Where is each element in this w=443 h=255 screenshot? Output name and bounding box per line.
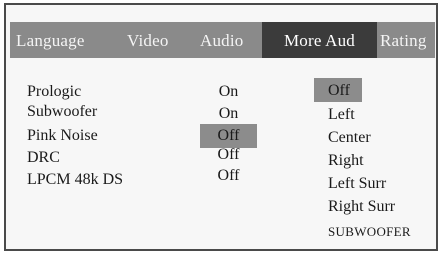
setting-value-prologic[interactable]: On [200,82,257,104]
setting-value-drc[interactable]: Off [200,145,257,167]
setting-label-pink-noise: Pink Noise [27,127,98,144]
setting-label-drc: DRC [27,149,60,166]
tab-bar: Language Video Audio More Aud Rating [10,22,435,58]
setting-label-subwoofer: Subwoofer [27,103,98,120]
tab-rating[interactable]: Rating [380,22,427,58]
option-off[interactable]: Off [314,78,362,102]
option-left[interactable]: Left [328,105,355,127]
tab-more-audio[interactable]: More Aud [262,22,377,58]
setting-value-subwoofer[interactable]: On [200,104,257,126]
option-subwoofer[interactable]: SUBWOOFER [328,222,411,244]
setting-label-prologic: Prologic [27,83,82,100]
tab-video[interactable]: Video [127,22,169,58]
option-left-surr[interactable]: Left Surr [328,174,386,196]
tab-language[interactable]: Language [16,22,85,58]
option-right-surr[interactable]: Right Surr [328,197,395,219]
option-center[interactable]: Center [328,128,371,150]
setting-value-lpcm[interactable]: Off [200,166,257,188]
tab-audio[interactable]: Audio [200,22,244,58]
setting-label-lpcm: LPCM 48k DS [27,171,124,188]
option-right[interactable]: Right [328,151,364,173]
